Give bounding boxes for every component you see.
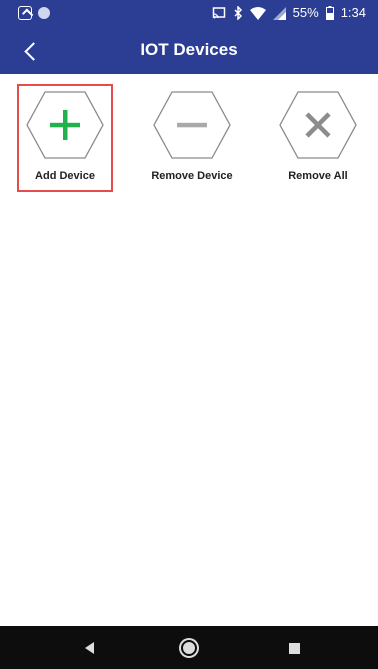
app-notification-icon bbox=[18, 6, 32, 20]
system-nav-bar bbox=[0, 626, 378, 669]
back-triangle-icon bbox=[84, 642, 94, 654]
remove-device-button[interactable]: Remove Device bbox=[144, 86, 240, 194]
bluetooth-icon bbox=[234, 6, 242, 20]
remove-all-button[interactable]: Remove All bbox=[270, 86, 366, 194]
cast-icon bbox=[212, 7, 225, 19]
nav-home-button[interactable] bbox=[178, 637, 200, 659]
circle-notification-icon bbox=[38, 7, 50, 19]
clock: 1:34 bbox=[340, 5, 366, 20]
add-device-label: Add Device bbox=[35, 170, 95, 182]
device-actions: Add Device Remove Device Remove All bbox=[0, 74, 378, 214]
battery-icon bbox=[325, 6, 334, 20]
remove-all-hexagon bbox=[279, 91, 357, 159]
add-device-hexagon bbox=[26, 91, 104, 159]
add-device-button[interactable]: Add Device bbox=[17, 84, 113, 192]
screen: 55% 1:34 IOT Devices Add Device Remove D… bbox=[0, 0, 378, 669]
nav-recents-button[interactable] bbox=[283, 637, 305, 659]
battery-percent: 55% bbox=[292, 5, 319, 20]
status-right: 55% 1:34 bbox=[212, 5, 366, 21]
remove-all-label: Remove All bbox=[288, 170, 348, 182]
status-bar: 55% 1:34 bbox=[0, 0, 378, 28]
minus-icon bbox=[177, 122, 207, 128]
recents-square-icon bbox=[288, 642, 300, 654]
wifi-icon bbox=[249, 6, 266, 20]
nav-back-button[interactable] bbox=[78, 637, 100, 659]
status-left bbox=[18, 6, 50, 20]
page-title: IOT Devices bbox=[140, 40, 238, 59]
remove-device-label: Remove Device bbox=[151, 170, 233, 182]
signal-icon bbox=[272, 6, 286, 20]
app-bar: IOT Devices bbox=[0, 28, 378, 74]
home-circle-icon bbox=[181, 640, 197, 656]
remove-device-hexagon bbox=[153, 91, 231, 159]
